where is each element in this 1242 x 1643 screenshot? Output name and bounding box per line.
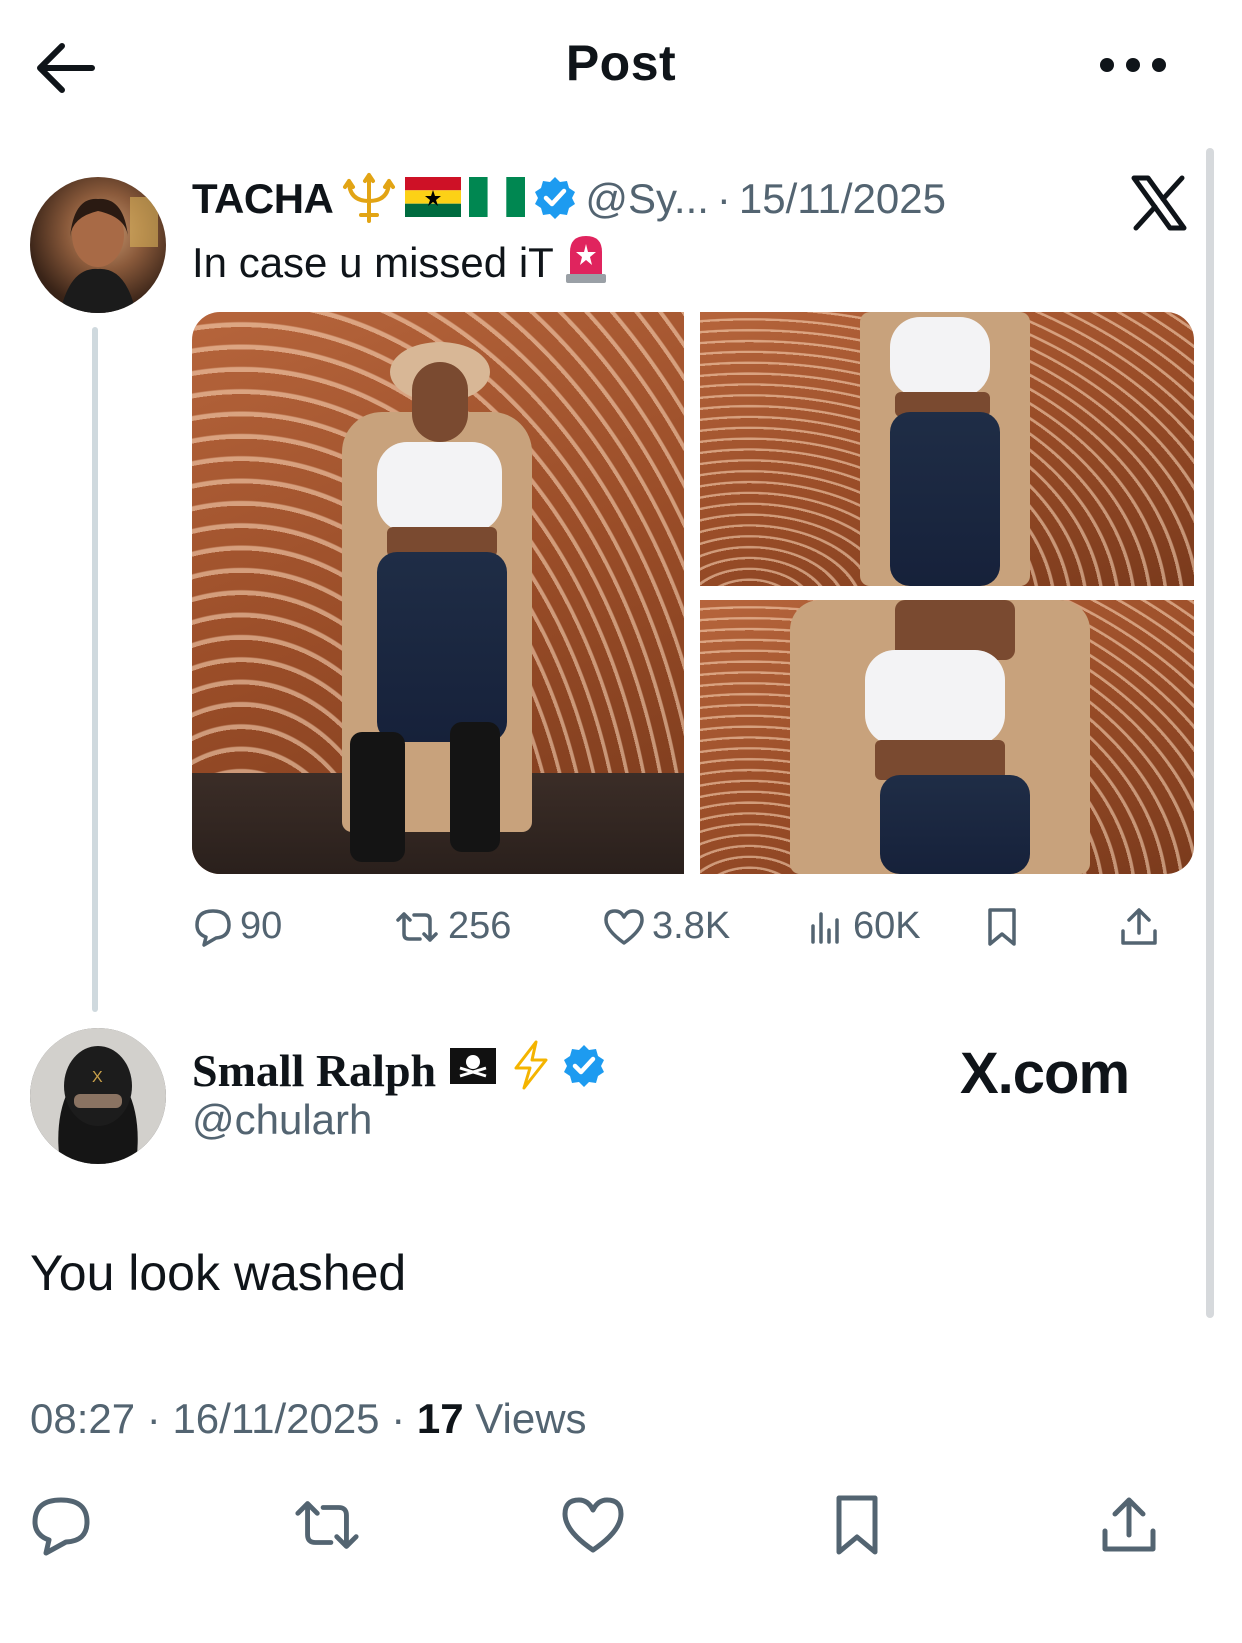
views-chart-icon bbox=[811, 911, 839, 944]
photo-1[interactable] bbox=[192, 312, 684, 874]
reply-actions-bar bbox=[0, 1490, 1242, 1560]
reply-text: You look washed bbox=[30, 1245, 407, 1301]
photo-2[interactable] bbox=[700, 312, 1194, 586]
repost-count: 256 bbox=[448, 905, 512, 947]
x-logo-icon bbox=[1130, 174, 1188, 232]
lightning-emoji-icon bbox=[510, 1040, 550, 1101]
bookmark-icon bbox=[836, 1495, 878, 1555]
heart-icon bbox=[604, 908, 644, 945]
quoted-post-header[interactable]: TACHA @Sy... · 15/11/2025 bbox=[192, 171, 946, 227]
bookmark-button[interactable] bbox=[822, 1490, 892, 1560]
photo-3[interactable] bbox=[700, 600, 1194, 874]
reply-views-label: Views bbox=[475, 1395, 587, 1442]
bookmark-icon bbox=[988, 908, 1016, 946]
avatar-tacha[interactable] bbox=[30, 177, 166, 313]
more-dots-icon bbox=[1100, 58, 1166, 72]
heart-icon bbox=[562, 1497, 624, 1553]
scrollbar[interactable] bbox=[1206, 148, 1214, 1318]
page-title: Post bbox=[565, 35, 677, 91]
quoted-post-text: In case u missed iT bbox=[192, 239, 554, 286]
meta-separator: · bbox=[391, 1395, 406, 1442]
like-count: 3.8K bbox=[652, 905, 731, 947]
quoted-reply-button[interactable]: 90 bbox=[192, 905, 282, 948]
quoted-post-text-row: In case u missed iT bbox=[192, 232, 608, 294]
reply-button[interactable] bbox=[26, 1490, 96, 1560]
views-count: 60K bbox=[853, 905, 921, 947]
quoted-bookmark-button[interactable] bbox=[982, 905, 1022, 949]
quoted-post-actions: 90 256 3.8K 60K bbox=[192, 905, 1194, 955]
reply-author-name: Small Ralph bbox=[192, 1045, 437, 1096]
verified-badge-icon bbox=[562, 1043, 606, 1098]
siren-emoji-icon bbox=[564, 232, 608, 294]
reply-icon bbox=[195, 908, 231, 947]
reply-meta-line: 08:27 · 16/11/2025 · 17 Views bbox=[30, 1395, 587, 1443]
thread-line bbox=[92, 327, 98, 1012]
like-button[interactable] bbox=[558, 1490, 628, 1560]
share-button[interactable] bbox=[1094, 1490, 1164, 1560]
quoted-date[interactable]: 15/11/2025 bbox=[739, 175, 946, 223]
media-grid[interactable] bbox=[192, 312, 1194, 874]
reply-time: 08:27 bbox=[30, 1395, 136, 1442]
verified-badge-icon bbox=[533, 175, 577, 224]
reply-author-row[interactable]: Small Ralph bbox=[192, 1040, 606, 1101]
trident-emoji-icon bbox=[341, 171, 397, 228]
meta-separator: · bbox=[146, 1395, 161, 1442]
share-icon bbox=[1102, 1497, 1156, 1552]
quoted-share-button[interactable] bbox=[1117, 905, 1161, 949]
avatar-masked-image: X bbox=[30, 1028, 166, 1164]
x-com-watermark: X.com bbox=[960, 1040, 1130, 1107]
svg-text:X: X bbox=[92, 1069, 103, 1086]
repost-icon bbox=[396, 911, 438, 942]
repost-button[interactable] bbox=[292, 1490, 362, 1560]
quoted-author-name: TACHA bbox=[192, 175, 334, 222]
repost-icon bbox=[295, 1501, 359, 1549]
reply-handle[interactable]: @chularh bbox=[192, 1096, 372, 1144]
quoted-like-button[interactable]: 3.8K bbox=[602, 905, 730, 948]
reply-count: 90 bbox=[240, 905, 283, 947]
pirate-flag-icon bbox=[448, 1044, 498, 1097]
avatar-small-ralph[interactable]: X bbox=[30, 1028, 166, 1164]
quoted-repost-button[interactable]: 256 bbox=[392, 905, 511, 948]
ghana-flag-icon bbox=[405, 176, 462, 222]
more-options-button[interactable] bbox=[1095, 50, 1175, 80]
share-icon bbox=[1121, 908, 1157, 945]
avatar-portrait-image bbox=[60, 197, 158, 313]
meta-separator: · bbox=[716, 175, 731, 222]
reply-views-count: 17 bbox=[416, 1395, 464, 1442]
x-com-label: X.com bbox=[960, 1041, 1130, 1106]
reply-icon bbox=[32, 1497, 90, 1556]
reply-date: 16/11/2025 bbox=[172, 1395, 380, 1442]
quoted-views-button[interactable]: 60K bbox=[807, 905, 921, 948]
nigeria-flag-icon bbox=[469, 176, 526, 222]
quoted-handle[interactable]: @Sy... bbox=[585, 175, 709, 223]
